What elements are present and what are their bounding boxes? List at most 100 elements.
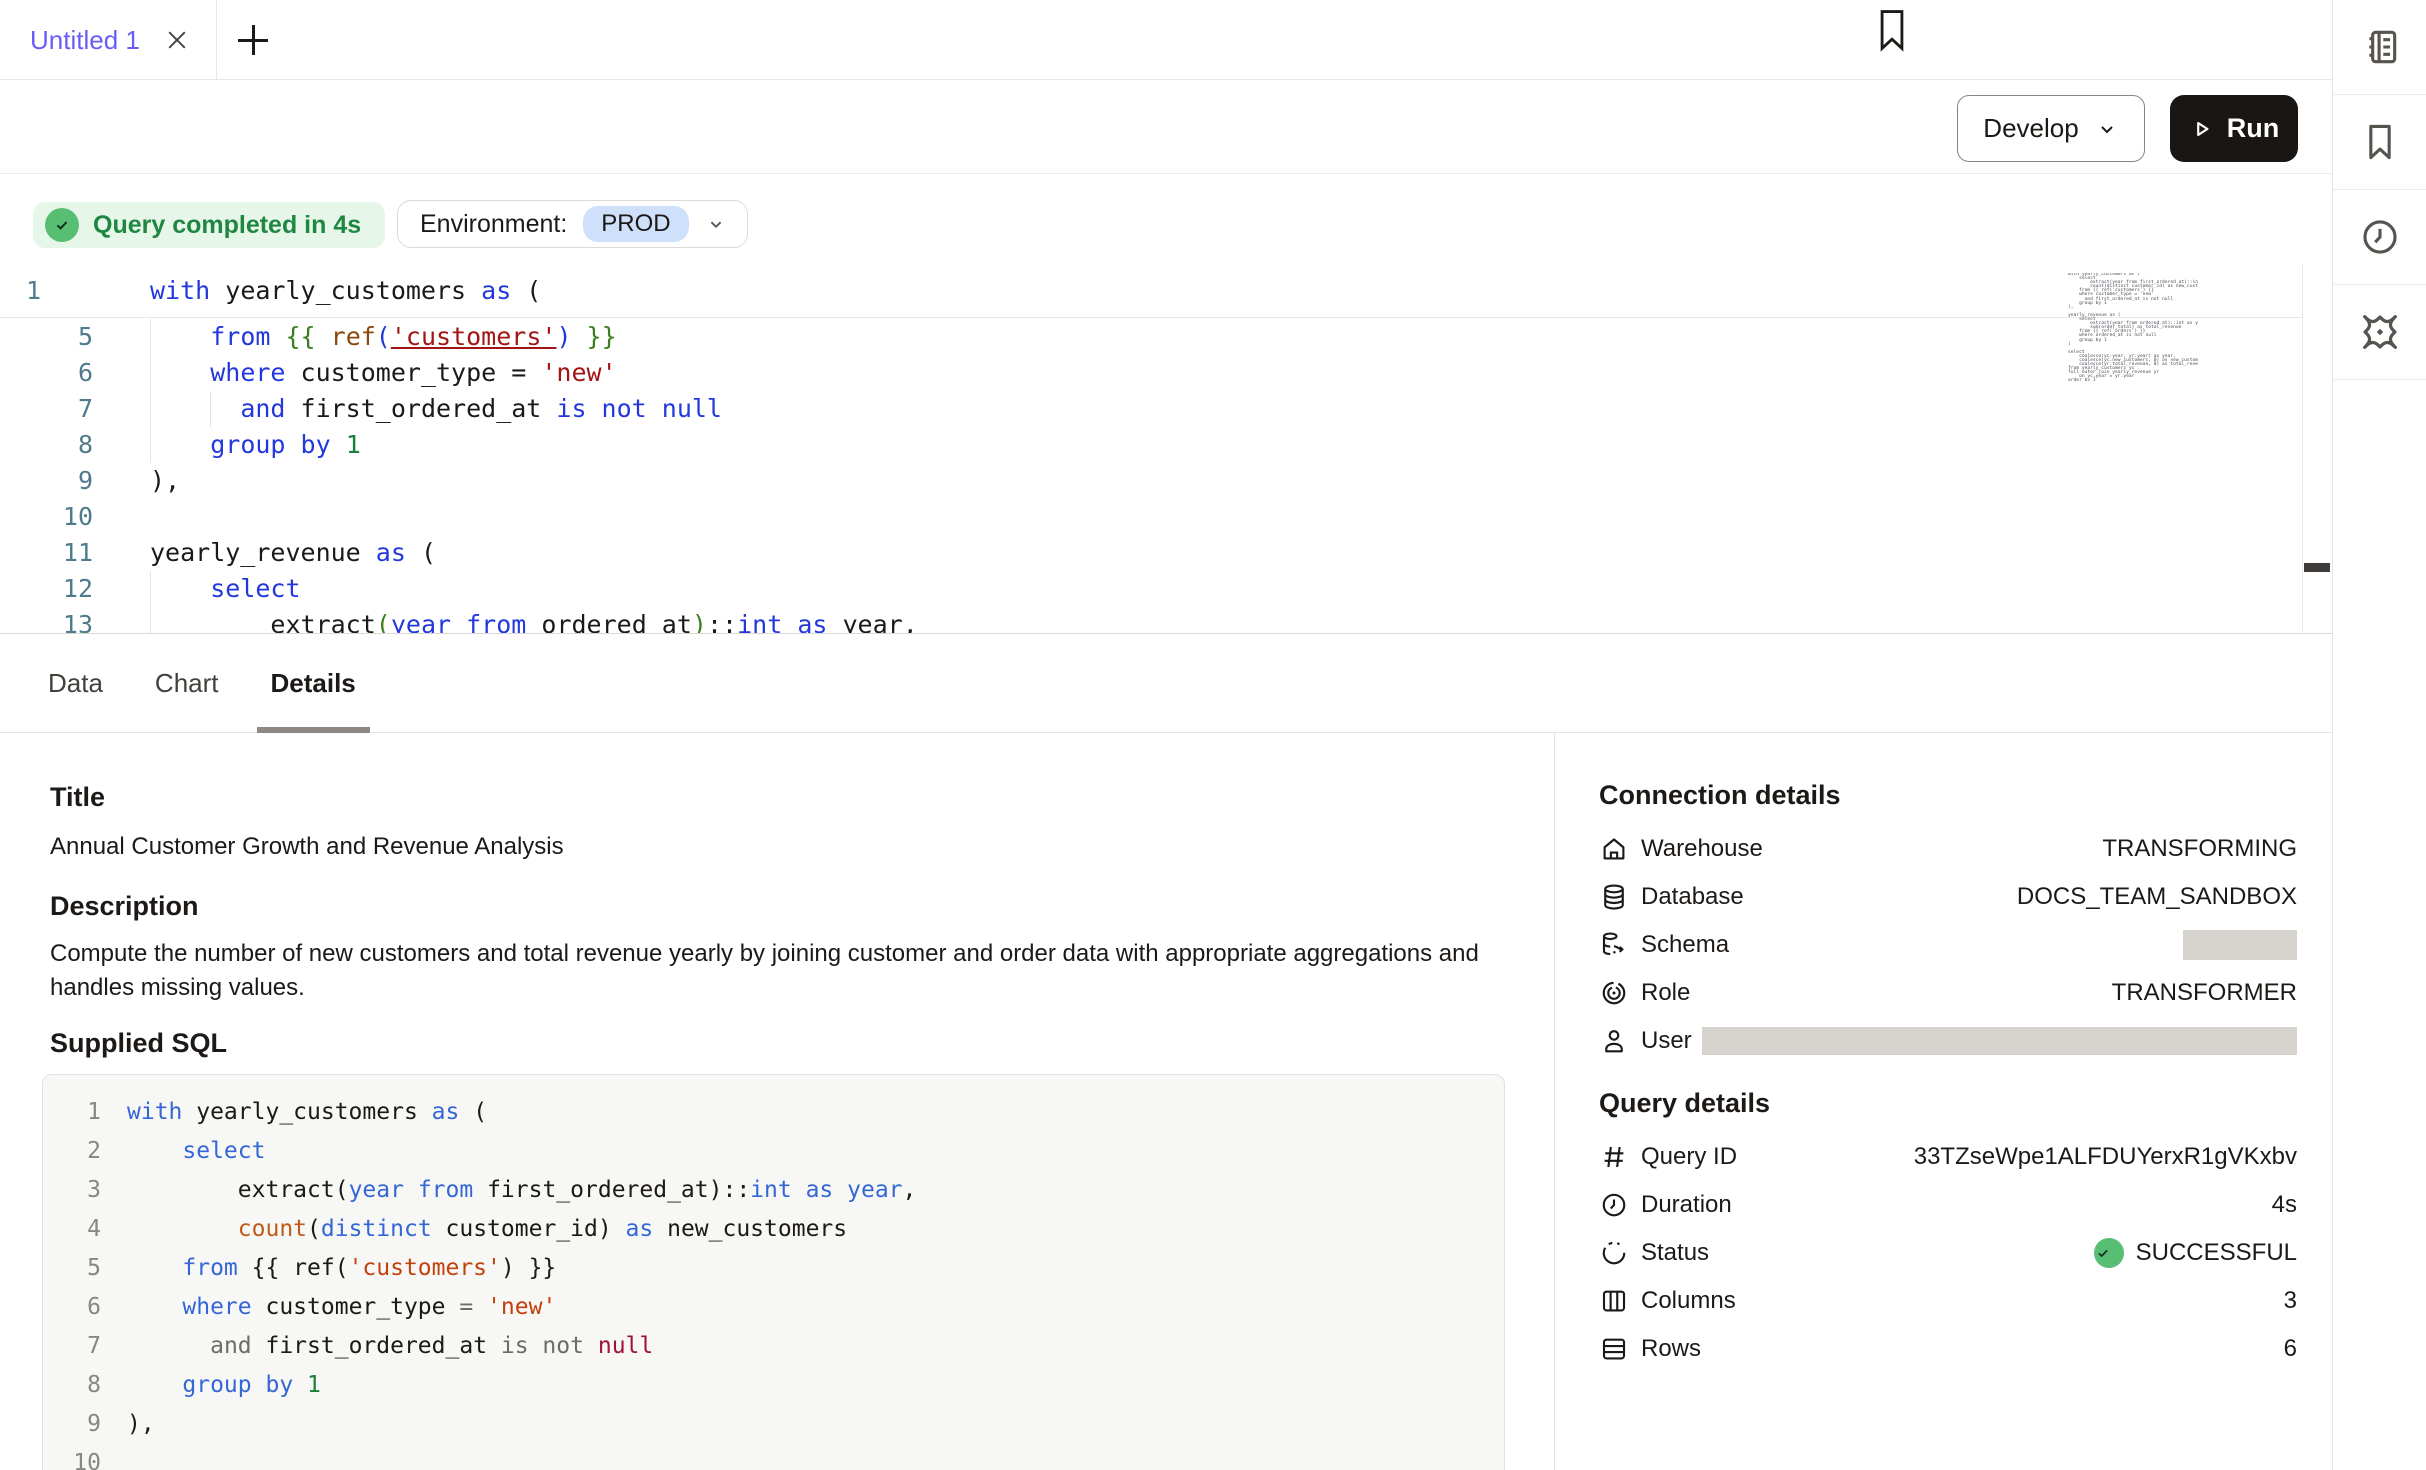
row-value: TRANSFORMER	[2112, 979, 2297, 1007]
row-warehouse: Warehouse TRANSFORMING	[1599, 825, 2297, 873]
row-value: DOCS_TEAM_SANDBOX	[2017, 883, 2297, 911]
tab-data[interactable]: Data	[48, 634, 103, 732]
row-label: Columns	[1641, 1287, 1736, 1315]
main-column: Untitled 1 Develop Run	[0, 0, 2332, 1470]
notebook-panel-button[interactable]	[2333, 0, 2426, 95]
line-content: and first_ordered_at is not null	[127, 1327, 653, 1366]
row-rows: Rows 6	[1599, 1325, 2297, 1373]
line-number: 9	[0, 463, 93, 499]
run-label: Run	[2227, 113, 2279, 144]
app-window: Untitled 1 Develop Run	[0, 0, 2426, 1470]
line-content: where customer_type = 'new'	[150, 355, 617, 391]
code-line[interactable]: 13 extract(year from ordered_at)::int as…	[0, 607, 2302, 633]
code-line[interactable]: 9),	[0, 463, 2302, 499]
schema-icon	[1599, 930, 1629, 960]
connection-rows: Warehouse TRANSFORMING Database DOCS_TEA…	[1599, 825, 2297, 1065]
line-content: with yearly_customers as (	[127, 1093, 487, 1132]
bookmarks-panel-button[interactable]	[2333, 95, 2426, 190]
user-icon	[1599, 1026, 1629, 1056]
chevron-down-icon	[2095, 117, 2119, 141]
notebook-icon	[2358, 25, 2402, 69]
tab-untitled-1[interactable]: Untitled 1	[0, 0, 217, 80]
code-line: 2 select	[43, 1132, 1504, 1171]
code-line[interactable]: 11yearly_revenue as (	[0, 535, 2302, 571]
details-panel: Title Annual Customer Growth and Revenue…	[0, 733, 2332, 1470]
code-line[interactable]: 12 select	[0, 571, 2302, 607]
code-line: 7 and first_ordered_at is not null	[43, 1327, 1504, 1366]
line-number: 3	[43, 1171, 101, 1210]
code-line: 10	[43, 1444, 1504, 1470]
bookmark-button[interactable]	[1872, 4, 1912, 56]
line-content: with yearly_customers as (	[150, 273, 541, 309]
line-content: select	[150, 571, 301, 607]
details-right-pane: Connection details Warehouse TRANSFORMIN…	[1554, 733, 2332, 1470]
tab-chart[interactable]: Chart	[155, 634, 219, 732]
query-status-text: Query completed in 4s	[93, 211, 361, 240]
line-number: 7	[43, 1327, 101, 1366]
close-icon[interactable]	[164, 27, 190, 53]
line-content: group by 1	[127, 1366, 321, 1405]
row-label: Warehouse	[1641, 835, 1763, 863]
editor-scrollbar-track[interactable]	[2302, 265, 2303, 633]
line-content: from {{ ref('customers') }}	[127, 1249, 556, 1288]
sql-editor[interactable]: Query completed in 4s Environment: PROD …	[0, 174, 2332, 633]
develop-label: Develop	[1983, 113, 2078, 144]
line-number: 12	[0, 571, 93, 607]
code-line: 4 count(distinct customer_id) as new_cus…	[43, 1210, 1504, 1249]
editor-scrollbar-thumb[interactable]	[2304, 563, 2330, 572]
line-number: 2	[43, 1132, 101, 1171]
line-content: yearly_revenue as (	[150, 535, 436, 571]
line-number: 8	[43, 1366, 101, 1405]
line-content: from {{ ref('customers') }}	[150, 319, 617, 355]
environment-selector[interactable]: Environment: PROD	[397, 200, 748, 248]
sticky-scroll-line[interactable]: 1with yearly_customers as (	[0, 265, 2302, 318]
row-role: Role TRANSFORMER	[1599, 969, 2297, 1017]
code-line[interactable]: 7 and first_ordered_at is not null	[0, 391, 2302, 427]
code-line[interactable]: 10	[0, 499, 2302, 535]
develop-dropdown-button[interactable]: Develop	[1957, 95, 2145, 162]
row-value: 33TZseWpe1ALFDUYerxR1gVKxbv	[1914, 1143, 2297, 1171]
line-content: count(distinct customer_id) as new_custo…	[127, 1210, 847, 1249]
line-content: select	[127, 1132, 265, 1171]
row-label: Role	[1641, 979, 1690, 1007]
run-button[interactable]: Run	[2170, 95, 2298, 162]
row-label: Status	[1641, 1239, 1709, 1267]
query-status-pill: Query completed in 4s	[33, 202, 385, 248]
line-number: 1	[43, 1093, 101, 1132]
line-number: 5	[43, 1249, 101, 1288]
minimap[interactable]: with yearly_customers as ( select extrac…	[2068, 273, 2198, 381]
chevron-down-icon	[705, 213, 727, 235]
code-line[interactable]: 6 where customer_type = 'new'	[0, 355, 2302, 391]
bookmark-icon	[2358, 120, 2402, 164]
code-line[interactable]: 8 group by 1	[0, 427, 2302, 463]
row-columns: Columns 3	[1599, 1277, 2297, 1325]
hash-icon	[1599, 1142, 1629, 1172]
new-tab-button plus-icon[interactable]	[238, 25, 268, 55]
editor-code-lines[interactable]: 5 from {{ ref('customers') }}6 where cus…	[0, 319, 2302, 633]
line-number: 8	[0, 427, 93, 463]
supplied-sql-code-block: 1with yearly_customers as (2 select3 ext…	[42, 1074, 1505, 1470]
row-value: 6	[2284, 1335, 2297, 1363]
code-line[interactable]: 1with yearly_customers as (	[0, 273, 2302, 309]
row-query-id: Query ID 33TZseWpe1ALFDUYerxR1gVKxbv	[1599, 1133, 2297, 1181]
line-number: 10	[0, 499, 93, 535]
bookmark-icon	[1875, 7, 1909, 53]
row-label: Database	[1641, 883, 1744, 911]
code-line: 3 extract(year from first_ordered_at)::i…	[43, 1171, 1504, 1210]
history-panel-button[interactable]	[2333, 190, 2426, 285]
title-value: Annual Customer Growth and Revenue Analy…	[50, 830, 1554, 864]
code-line: 8 group by 1	[43, 1366, 1504, 1405]
code-line[interactable]: 5 from {{ ref('customers') }}	[0, 319, 2302, 355]
editor-tab-bar: Untitled 1	[0, 0, 2332, 80]
row-label: Schema	[1641, 931, 1729, 959]
history-clock-icon	[2358, 215, 2402, 259]
line-number: 6	[43, 1288, 101, 1327]
line-content: ),	[150, 463, 180, 499]
database-icon	[1599, 882, 1629, 912]
dbt-logo-icon	[2357, 309, 2403, 355]
row-status: Status SUCCESSFUL	[1599, 1229, 2297, 1277]
line-number: 7	[0, 391, 93, 427]
tab-details[interactable]: Details	[271, 634, 356, 732]
row-duration: Duration 4s	[1599, 1181, 2297, 1229]
dbt-panel-button[interactable]	[2333, 285, 2426, 380]
